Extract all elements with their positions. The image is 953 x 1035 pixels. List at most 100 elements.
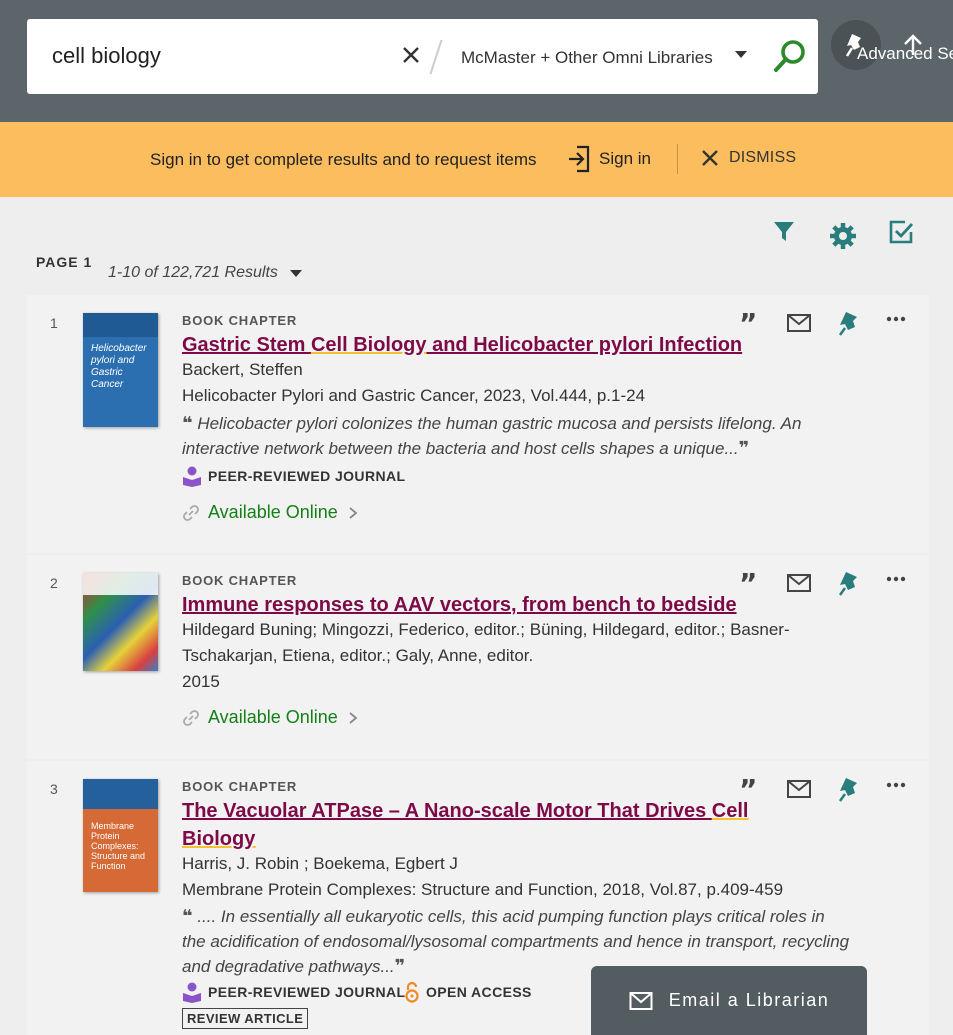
pin-icon[interactable] bbox=[835, 569, 863, 597]
search-divider bbox=[429, 39, 443, 75]
result-item: 1 Helicobacter pylori and Gastric Cancer… bbox=[27, 295, 929, 553]
results-count-label: 1-10 of 122,721 Results bbox=[108, 264, 278, 281]
result-type: BOOK CHAPTER bbox=[182, 573, 298, 588]
close-icon bbox=[702, 150, 718, 166]
signin-button[interactable]: Sign in bbox=[567, 144, 651, 174]
result-title-link[interactable]: The Vacuolar ATPase – A Nano-scale Motor… bbox=[182, 797, 748, 853]
result-title-link[interactable]: Gastric Stem Cell Biology and Helicobact… bbox=[182, 331, 742, 359]
more-options-icon[interactable] bbox=[883, 775, 911, 803]
signin-banner: Sign in to get complete results and to r… bbox=[0, 122, 953, 197]
email-librarian-button[interactable]: Email a Librarian bbox=[591, 966, 867, 1035]
badge-label: PEER-REVIEWED JOURNAL bbox=[208, 468, 406, 484]
citation-icon[interactable]: ” bbox=[737, 569, 765, 597]
result-type: BOOK CHAPTER bbox=[182, 313, 298, 328]
svg-text:”: ” bbox=[739, 775, 757, 803]
svg-text:”: ” bbox=[739, 569, 757, 597]
email-icon[interactable] bbox=[785, 775, 813, 803]
title-text: The Vacuolar ATPase – A Nano-scale Motor… bbox=[182, 800, 712, 822]
result-actions: ” bbox=[737, 569, 917, 599]
available-online-link[interactable]: Available Online bbox=[182, 707, 360, 728]
more-options-icon[interactable] bbox=[883, 309, 911, 337]
search-icon[interactable] bbox=[771, 37, 809, 75]
chevron-down-icon[interactable] bbox=[735, 51, 747, 58]
availability-label: Available Online bbox=[208, 707, 338, 727]
sign-in-icon bbox=[569, 145, 590, 173]
result-authors-continued: Tschakarjan, Etiena, editor.; Galy, Anne… bbox=[182, 646, 534, 665]
result-source: Membrane Protein Complexes: Structure an… bbox=[182, 880, 784, 899]
citation-icon[interactable]: ” bbox=[737, 309, 765, 337]
chevron-right-icon bbox=[349, 506, 358, 519]
result-item: 2 BOOK CHAPTER Immune responses to AAV v… bbox=[27, 555, 929, 759]
cover-title: Helicobacter pylori and Gastric Cancer bbox=[91, 343, 147, 390]
result-number: 3 bbox=[50, 781, 58, 797]
dismiss-label: DISMISS bbox=[729, 149, 797, 166]
quote-close-icon: ❞ bbox=[394, 956, 406, 976]
title-highlight: Cell Biology bbox=[310, 334, 427, 356]
dismiss-button[interactable]: DISMISS bbox=[700, 148, 796, 168]
book-cover-thumbnail[interactable]: Helicobacter pylori and Gastric Cancer bbox=[83, 313, 158, 427]
available-online-link[interactable]: Available Online bbox=[182, 502, 360, 523]
result-authors: Hildegard Buning; Mingozzi, Federico, ed… bbox=[182, 620, 790, 639]
clear-search-icon[interactable] bbox=[399, 43, 423, 67]
review-article-tag: REVIEW ARTICLE bbox=[182, 1008, 309, 1029]
select-checkbox-icon[interactable] bbox=[888, 219, 914, 245]
snippet-text: Helicobacter pylori colonizes the human … bbox=[182, 414, 802, 458]
result-number: 2 bbox=[50, 575, 58, 591]
result-year: 2015 bbox=[182, 672, 220, 691]
page-label: PAGE 1 bbox=[36, 254, 93, 270]
cover-header bbox=[83, 313, 158, 337]
cover-header bbox=[83, 779, 158, 809]
book-cover-thumbnail[interactable]: Membrane Protein Complexes: Structure an… bbox=[83, 779, 158, 892]
result-actions: ” bbox=[737, 309, 917, 339]
results-count-select[interactable]: 1-10 of 122,721 Results bbox=[108, 264, 302, 282]
quote-close-icon: ❞ bbox=[738, 438, 750, 458]
signin-label: Sign in bbox=[599, 149, 651, 168]
open-access-badge: OPEN ACCESS bbox=[404, 981, 532, 1003]
advanced-search-link[interactable]: Advanced Se bbox=[857, 44, 953, 64]
email-icon[interactable] bbox=[785, 309, 813, 337]
gear-icon[interactable] bbox=[829, 222, 857, 250]
chevron-down-icon bbox=[289, 269, 302, 277]
peer-reviewed-badge: PEER-REVIEWED JOURNAL bbox=[182, 465, 405, 487]
title-text: Gastric Stem bbox=[182, 334, 311, 356]
title-highlight: Biology bbox=[182, 828, 256, 850]
filter-icon[interactable] bbox=[772, 219, 796, 243]
more-options-icon[interactable] bbox=[883, 569, 911, 597]
result-authors: Backert, Steffen bbox=[182, 360, 303, 379]
peer-reviewed-badge: PEER-REVIEWED JOURNAL bbox=[182, 981, 405, 1003]
result-number: 1 bbox=[50, 315, 58, 331]
quote-open-icon: ❝ bbox=[182, 413, 193, 433]
pin-icon[interactable] bbox=[835, 775, 863, 803]
svg-text:”: ” bbox=[739, 309, 757, 337]
result-title-link[interactable]: Immune responses to AAV vectors, from be… bbox=[182, 591, 737, 619]
email-icon[interactable] bbox=[785, 569, 813, 597]
citation-icon[interactable]: ” bbox=[737, 775, 765, 803]
search-box: cell biology McMaster + Other Omni Libra… bbox=[27, 19, 818, 94]
open-access-icon bbox=[405, 981, 419, 1003]
pin-icon[interactable] bbox=[835, 309, 863, 337]
search-scope-select[interactable]: McMaster + Other Omni Libraries bbox=[461, 48, 713, 68]
badge-label: PEER-REVIEWED JOURNAL bbox=[208, 984, 406, 1000]
peer-reviewed-icon bbox=[183, 982, 201, 1003]
search-input[interactable]: cell biology bbox=[52, 43, 161, 69]
link-icon bbox=[183, 504, 199, 521]
result-type: BOOK CHAPTER bbox=[182, 779, 298, 794]
envelope-icon bbox=[629, 991, 653, 1010]
cover-title: Membrane Protein Complexes: Structure an… bbox=[83, 809, 158, 892]
badge-label: OPEN ACCESS bbox=[426, 984, 532, 1000]
result-snippet: ❝ Helicobacter pylori colonizes the huma… bbox=[182, 411, 852, 461]
email-librarian-label: Email a Librarian bbox=[668, 990, 830, 1010]
quote-open-icon: ❝ bbox=[182, 906, 193, 926]
result-authors: Harris, J. Robin ; Boekema, Egbert J bbox=[182, 854, 458, 873]
book-cover-thumbnail[interactable] bbox=[83, 573, 158, 671]
link-icon bbox=[183, 709, 199, 726]
title-text: and Helicobacter pylori Infection bbox=[426, 334, 743, 356]
result-actions: ” bbox=[737, 775, 917, 805]
banner-message: Sign in to get complete results and to r… bbox=[150, 150, 537, 169]
result-source: Helicobacter Pylori and Gastric Cancer, … bbox=[182, 386, 646, 405]
search-header: cell biology McMaster + Other Omni Libra… bbox=[0, 0, 953, 122]
banner-divider bbox=[677, 144, 678, 174]
cover-header bbox=[83, 573, 158, 595]
availability-label: Available Online bbox=[208, 502, 338, 522]
peer-reviewed-icon bbox=[183, 466, 201, 487]
